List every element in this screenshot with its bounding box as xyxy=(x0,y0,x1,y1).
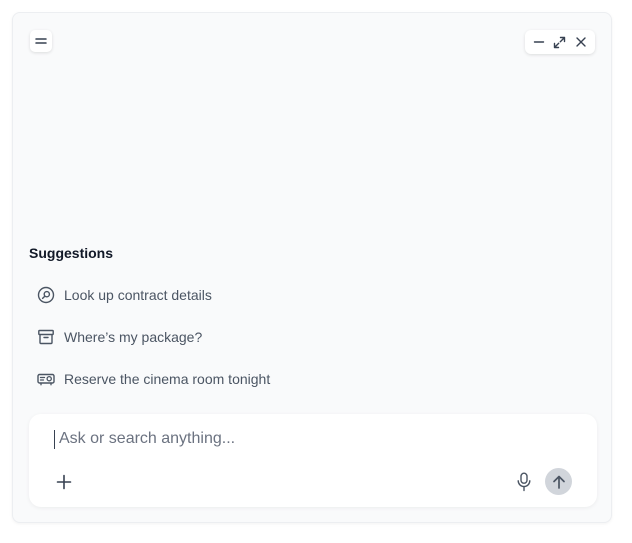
chat-panel: Suggestions Look up contract details Whe… xyxy=(12,12,612,523)
suggestion-label: Reserve the cinema room tonight xyxy=(64,371,271,387)
suggestion-item-package[interactable]: Where’s my package? xyxy=(37,323,202,351)
menu-button[interactable] xyxy=(30,30,52,52)
minimize-icon xyxy=(534,41,545,43)
plus-icon xyxy=(56,474,72,490)
suggestion-item-contract[interactable]: Look up contract details xyxy=(37,281,212,309)
projector-icon xyxy=(37,370,55,388)
suggestions-title: Suggestions xyxy=(29,245,114,261)
suggestion-label: Look up contract details xyxy=(64,287,212,303)
arrow-up-icon xyxy=(552,475,565,489)
expand-icon xyxy=(554,36,566,48)
archive-box-icon xyxy=(37,328,55,346)
minimize-button[interactable] xyxy=(530,33,548,51)
menu-icon xyxy=(35,38,47,44)
search-input[interactable] xyxy=(59,427,559,451)
microphone-icon xyxy=(517,472,531,492)
send-button[interactable] xyxy=(545,468,572,495)
close-icon xyxy=(575,37,586,47)
window-controls xyxy=(525,30,595,54)
composer xyxy=(29,414,597,507)
suggestion-label: Where’s my package? xyxy=(64,329,203,345)
search-icon xyxy=(37,286,55,304)
close-button[interactable] xyxy=(572,33,590,51)
attach-button[interactable] xyxy=(53,471,75,493)
expand-button[interactable] xyxy=(551,33,569,51)
suggestion-item-cinema[interactable]: Reserve the cinema room tonight xyxy=(37,365,270,393)
text-caret xyxy=(54,430,55,449)
microphone-button[interactable] xyxy=(513,470,535,494)
